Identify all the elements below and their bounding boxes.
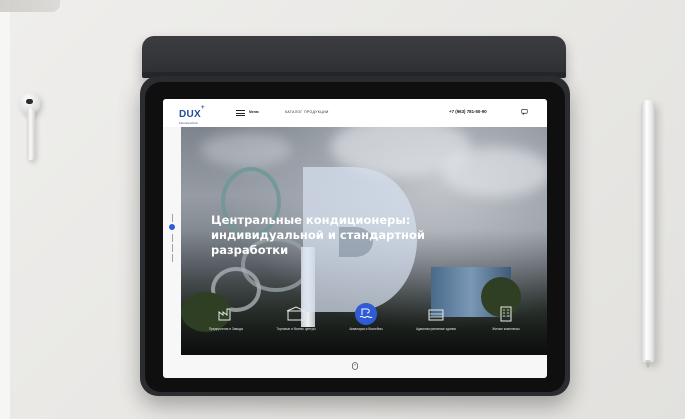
factory-icon [218,308,231,321]
category-label: Аквапарки и бассейны [349,327,383,331]
chat-icon[interactable] [521,108,528,115]
pager-dot[interactable] [171,254,173,262]
logo-plus: + [201,105,205,111]
site-header: DUX+ klimatechnik Меню КАТАЛОГ ПРОДУКЦИИ… [163,99,547,127]
menu-button[interactable]: Меню [249,110,259,114]
pager-dot-active[interactable] [169,224,175,230]
airpod-stem [27,108,35,160]
waterpark-icon [355,303,377,325]
category-factories[interactable]: Предприятия и Заводы [196,303,256,331]
site-logo[interactable]: DUX+ klimatechnik [179,105,205,125]
stylus-pencil [641,100,655,362]
hero-title: Центральные кондиционеры: индивидуальной… [211,213,471,258]
category-label: Жилые комплексы [492,327,520,331]
hero-title-line: Центральные кондиционеры: [211,213,411,227]
background-edge [0,0,10,419]
pager-dot[interactable] [171,214,173,222]
corner-object [0,0,60,12]
cloud [201,132,291,167]
phone-link[interactable]: +7 (963) 781-50-90 [449,109,487,114]
hero-banner: Центральные кондиционеры: индивидуальной… [181,127,547,355]
mall-icon [286,306,306,321]
category-label: Предприятия и Заводы [208,327,244,331]
pager-dot[interactable] [171,244,173,252]
category-malls[interactable]: Торговые и бизнес центры [266,303,326,331]
category-label: Административные здания [416,327,456,331]
category-admin-buildings[interactable]: Административные здания [406,303,466,331]
tablet-screen: DUX+ klimatechnik Меню КАТАЛОГ ПРОДУКЦИИ… [163,99,547,378]
airpod-speaker [26,99,33,104]
cloud [441,147,547,197]
stylus-tip [645,360,651,368]
hero-title-line: индивидуальной и стандартной [211,228,425,242]
category-residential[interactable]: Жилые комплексы [476,303,536,331]
category-links: Предприятия и Заводы Торговые и бизнес ц… [191,303,541,349]
slide-pager [168,214,176,264]
catalog-link[interactable]: КАТАЛОГ ПРОДУКЦИИ [285,110,329,114]
category-waterparks[interactable]: Аквапарки и бассейны [336,303,396,331]
hero-title-line: разработки [211,243,289,257]
residential-icon [500,306,512,322]
logo-word: DUX [179,109,202,120]
category-label: Торговые и бизнес центры [276,327,316,331]
office-building-icon [428,309,444,321]
pager-dot[interactable] [171,234,173,242]
scroll-down-icon[interactable] [352,362,358,370]
logo-subtitle: klimatechnik [179,121,198,125]
airpod [17,92,43,162]
menu-icon[interactable] [236,110,245,116]
